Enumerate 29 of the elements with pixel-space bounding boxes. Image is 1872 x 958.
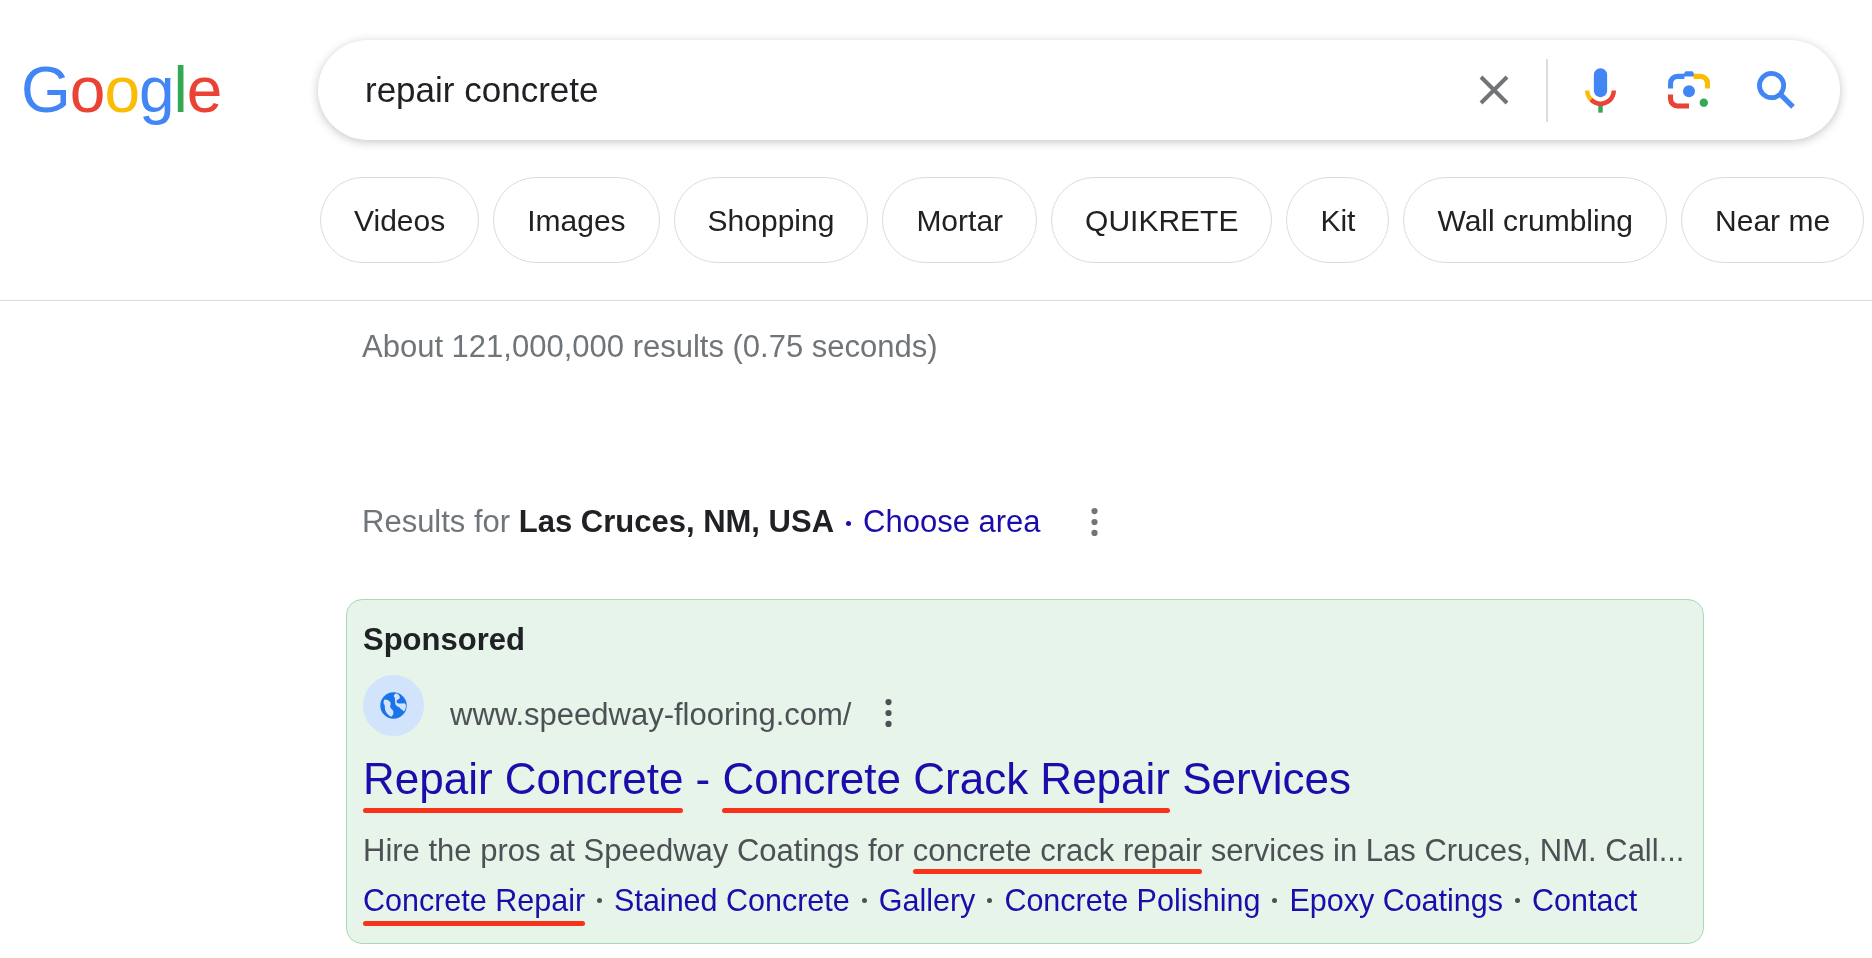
clear-icon[interactable] [1479,75,1509,105]
result-stats: About 121,000,000 results (0.75 seconds) [361,328,939,366]
microphone-icon[interactable] [1585,67,1616,113]
sitelink[interactable]: Epoxy Coatings [1289,880,1503,920]
choose-area-link[interactable]: Choose area [863,504,1041,539]
filter-chip[interactable]: Shopping [673,177,869,263]
sitelink[interactable]: Concrete Polishing [1004,880,1261,920]
ad-url: www.speedway-flooring.com/ [450,696,852,734]
search-icon[interactable] [1757,71,1795,109]
filter-chip[interactable]: Kit [1286,177,1390,263]
more-options-icon[interactable] [1090,508,1098,536]
more-options-icon[interactable] [885,699,893,727]
search-field[interactable]: repair concrete [365,60,1479,120]
filter-chip[interactable]: Wall crumbling [1403,177,1668,263]
filter-chip[interactable]: QUIKRETE [1051,177,1273,263]
sitelink[interactable]: Stained Concrete [614,880,850,920]
globe-icon [363,675,424,736]
filter-chip[interactable]: Images [493,177,660,263]
camera-icon[interactable] [1668,71,1710,109]
sitelink[interactable]: Gallery [878,880,976,920]
sitelink[interactable]: Concrete Repair [363,880,586,920]
ad-description: Hire the pros at Speedway Coatings for concrete crack repair services in Las Cruces, NM. Call... [363,832,1686,870]
sitelink[interactable]: Contact [1532,880,1638,920]
filter-chip[interactable]: Mortar [882,177,1038,263]
location-notice: Results for Las Cruces, NM, USA Choose area [362,503,1041,541]
sponsored-label: Sponsored [363,621,526,659]
filter-chip[interactable]: Videos [320,177,480,263]
ad-title-link[interactable]: Repair Concrete - Concrete Crack Repair Services [363,753,1351,805]
filter-chip[interactable]: Near me [1681,177,1865,263]
